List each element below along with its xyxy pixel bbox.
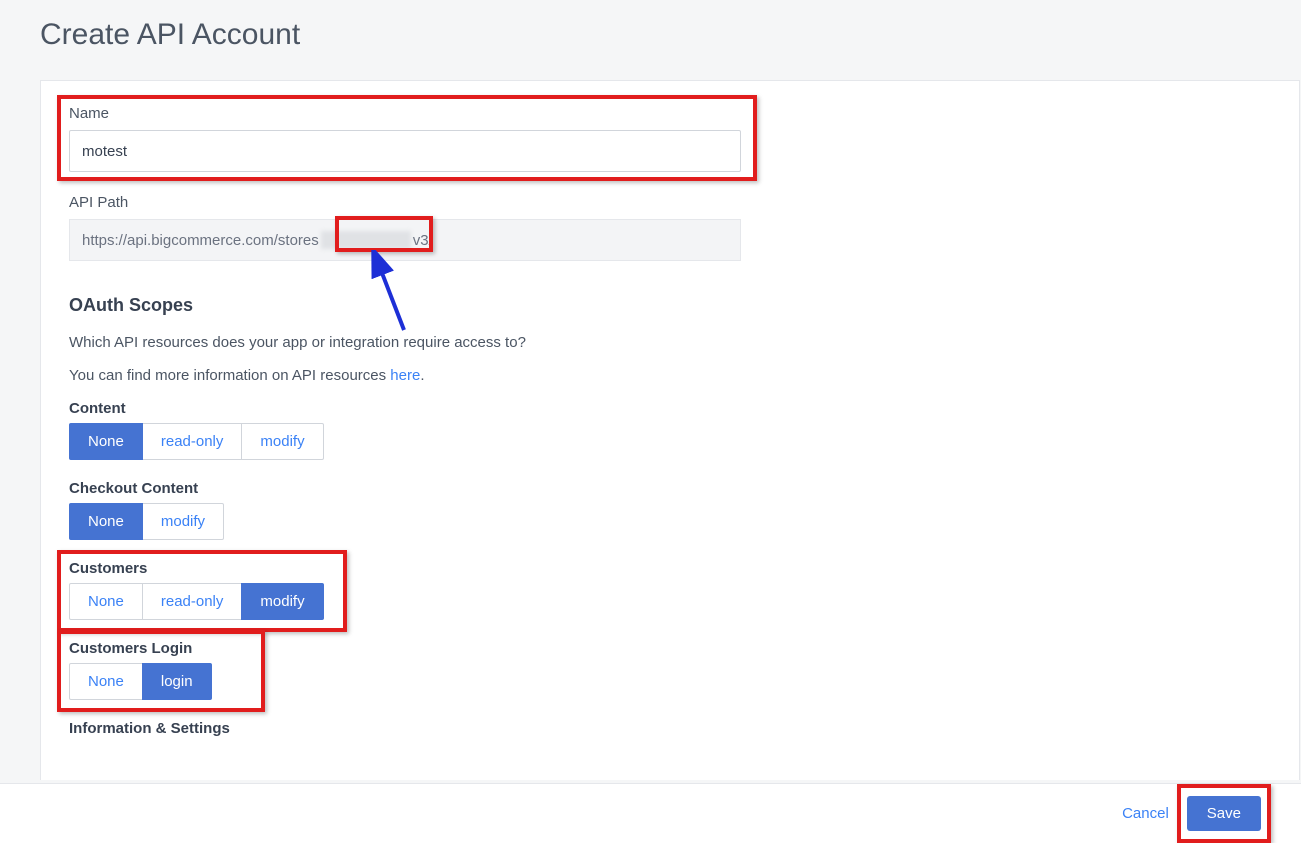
oauth-more: You can find more information on API res… [69, 367, 1271, 384]
api-path-prefix: https://api.bigcommerce.com/stores [82, 232, 319, 249]
scope-customers-login: Customers Login None login [69, 640, 1271, 700]
form-panel: Name API Path https://api.bigcommerce.co… [40, 80, 1300, 780]
scope-information-settings-label: Information & Settings [69, 720, 1271, 737]
footer-bar: Cancel Save [0, 783, 1301, 843]
scope-content: Content None read-only modify [69, 400, 1271, 460]
store-hash-redacted [321, 231, 411, 249]
scope-customers-label: Customers [69, 560, 1271, 577]
scope-customers-login-label: Customers Login [69, 640, 1271, 657]
scope-content-label: Content [69, 400, 1271, 417]
oauth-desc: Which API resources does your app or int… [69, 334, 1271, 351]
customers-modify[interactable]: modify [241, 583, 323, 620]
customers-login-login[interactable]: login [142, 663, 212, 700]
customers-readonly[interactable]: read-only [142, 583, 243, 620]
scope-checkout-content: Checkout Content None modify [69, 480, 1271, 540]
customers-login-none[interactable]: None [69, 663, 143, 700]
api-resources-link[interactable]: here [390, 367, 420, 384]
scope-customers-login-options: None login [69, 663, 212, 700]
name-field-block: Name [69, 105, 1271, 172]
scope-customers: Customers None read-only modify [69, 560, 1271, 620]
cancel-button[interactable]: Cancel [1122, 805, 1169, 822]
name-input[interactable] [69, 130, 741, 172]
api-path-block: API Path https://api.bigcommerce.com/sto… [69, 194, 1271, 261]
checkout-content-modify[interactable]: modify [142, 503, 224, 540]
content-readonly[interactable]: read-only [142, 423, 243, 460]
checkout-content-none[interactable]: None [69, 503, 143, 540]
api-path-value: https://api.bigcommerce.com/stores v3/ [69, 219, 741, 261]
oauth-more-period: . [420, 367, 424, 384]
save-button[interactable]: Save [1187, 796, 1261, 831]
content-none[interactable]: None [69, 423, 143, 460]
scope-checkout-content-label: Checkout Content [69, 480, 1271, 497]
scope-checkout-content-options: None modify [69, 503, 224, 540]
page-title: Create API Account [0, 0, 1301, 52]
content-modify[interactable]: modify [241, 423, 323, 460]
name-label: Name [69, 105, 1271, 122]
oauth-more-text: You can find more information on API res… [69, 367, 390, 384]
oauth-scopes-heading: OAuth Scopes [69, 295, 1271, 316]
customers-none[interactable]: None [69, 583, 143, 620]
scope-customers-options: None read-only modify [69, 583, 324, 620]
api-path-label: API Path [69, 194, 1271, 211]
api-path-suffix: v3/ [413, 232, 433, 249]
scope-content-options: None read-only modify [69, 423, 324, 460]
